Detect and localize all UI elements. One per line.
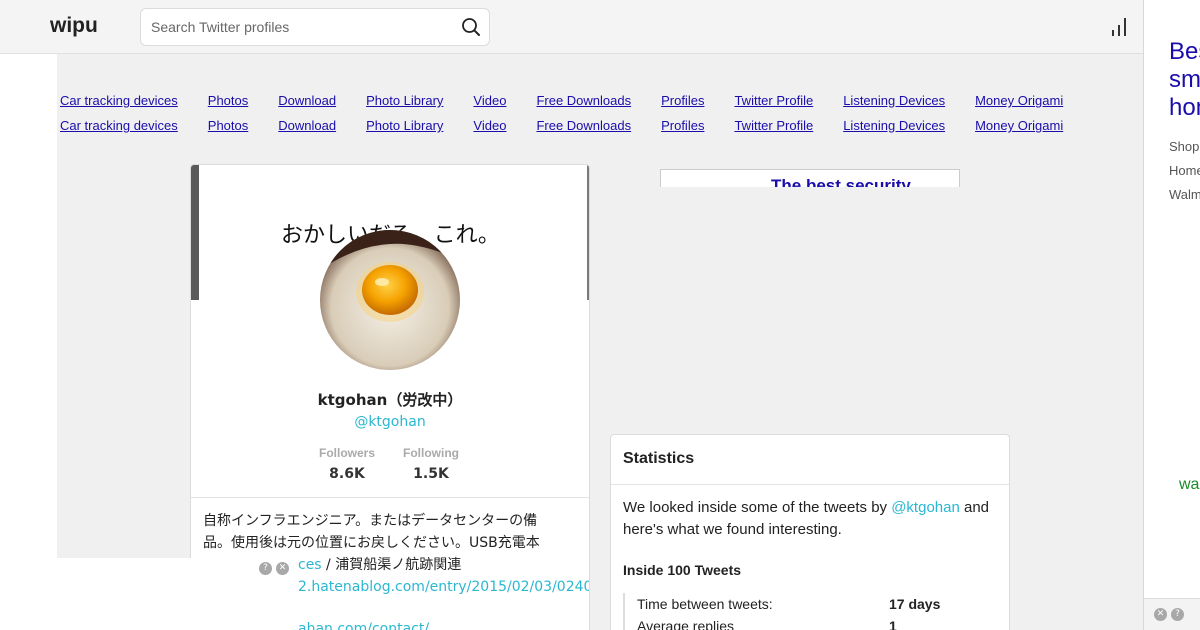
statistics-title: Statistics xyxy=(623,450,695,467)
sponsored-links: Car tracking devices Photos Download Pho… xyxy=(60,88,1140,138)
search-input[interactable] xyxy=(141,9,451,45)
avatar-image xyxy=(320,230,460,370)
link-item[interactable]: Photos xyxy=(208,118,248,133)
search-icon xyxy=(462,18,480,36)
avatar[interactable] xyxy=(320,230,460,370)
statistics-table: Time between tweets: 17 days Average rep… xyxy=(623,593,1003,630)
bio-link[interactable]: ces xyxy=(298,557,322,573)
link-item[interactable]: Video xyxy=(473,118,506,133)
link-item[interactable]: Photo Library xyxy=(366,93,443,108)
link-item[interactable]: Photo Library xyxy=(366,118,443,133)
intro-handle-link[interactable]: @ktgohan xyxy=(891,499,960,516)
left-margin xyxy=(0,0,57,630)
link-item[interactable]: Download xyxy=(278,118,336,133)
link-item[interactable]: Download xyxy=(278,93,336,108)
stat-value: 17 days xyxy=(889,596,941,612)
link-item[interactable]: Listening Devices xyxy=(843,118,945,133)
link-row: Car tracking devices Photos Download Pho… xyxy=(60,88,1140,113)
following-stat: Following 1.5K xyxy=(403,446,459,482)
bio-text: / 浦賀船渠ノ航跡関連 xyxy=(321,557,462,573)
divider xyxy=(191,497,589,498)
link-item[interactable]: Listening Devices xyxy=(843,93,945,108)
search-box xyxy=(140,8,490,46)
link-item[interactable]: Profiles xyxy=(661,93,704,108)
profile-handle[interactable]: @ktgohan xyxy=(191,414,589,430)
stat-label: Average replies xyxy=(637,618,735,630)
stat-row: Average replies 1 xyxy=(625,615,1003,630)
side-ad-line: Home xyxy=(1169,163,1200,178)
side-ad-url[interactable]: wa xyxy=(1179,476,1199,494)
intro-text: We looked inside some of the tweets by xyxy=(623,499,892,516)
followers-stat: Followers 8.6K xyxy=(319,446,375,482)
followers-label: Followers xyxy=(319,446,376,460)
link-item[interactable]: Money Origami xyxy=(975,118,1063,133)
divider xyxy=(611,484,1009,485)
side-ad-controls: ✕ ? xyxy=(1144,598,1200,630)
link-row: Car tracking devices Photos Download Pho… xyxy=(60,113,1140,138)
profile-name: ktgohan（労改中） xyxy=(317,391,463,409)
close-icon[interactable]: ✕ xyxy=(276,562,289,575)
help-icon[interactable]: ? xyxy=(259,562,272,575)
followers-count: 8.6K xyxy=(329,466,365,482)
link-item[interactable]: Twitter Profile xyxy=(734,118,813,133)
link-item[interactable]: Twitter Profile xyxy=(734,93,813,108)
link-item[interactable]: Free Downloads xyxy=(536,93,631,108)
side-ad-line: Shop xyxy=(1169,139,1200,154)
stat-row: Time between tweets: 17 days xyxy=(625,593,1003,615)
following-count: 1.5K xyxy=(413,466,449,482)
link-item[interactable]: Money Origami xyxy=(975,93,1063,108)
link-item[interactable]: Free Downloads xyxy=(536,118,631,133)
statistics-intro: We looked inside some of the tweets by @… xyxy=(623,497,1003,541)
link-item[interactable]: Profiles xyxy=(661,118,704,133)
link-item[interactable]: Video xyxy=(473,93,506,108)
link-item[interactable]: Car tracking devices xyxy=(60,118,178,133)
link-item[interactable]: Photos xyxy=(208,93,248,108)
site-logo[interactable]: wipu xyxy=(50,14,98,38)
side-ad-line: Walm xyxy=(1169,187,1200,202)
bio-line: 自称インフラエンジニア。またはデータセンターの備 xyxy=(203,513,538,529)
side-ad[interactable]: Bes sm hom Shop Home Walm wa ✕ ? xyxy=(1143,0,1200,630)
following-label: Following xyxy=(403,446,459,460)
link-item[interactable]: Car tracking devices xyxy=(60,93,178,108)
bio-line: 品。使用後は元の位置にお戻しください。USB充電本 xyxy=(203,535,540,551)
ad-banner-text[interactable]: The best security xyxy=(771,176,911,187)
bar-chart-icon[interactable] xyxy=(1110,16,1128,38)
help-icon[interactable]: ? xyxy=(1171,608,1184,621)
top-header: wipu xyxy=(0,0,1143,54)
side-ad-title[interactable]: Bes sm hom xyxy=(1169,38,1200,122)
close-icon[interactable]: ✕ xyxy=(1154,608,1167,621)
stat-value: 1 xyxy=(889,618,897,630)
follow-stats: Followers 8.6K Following 1.5K xyxy=(319,446,459,482)
statistics-card: Statistics We looked inside some of the … xyxy=(610,434,1010,630)
stat-label: Time between tweets: xyxy=(637,596,773,612)
statistics-subtitle: Inside 100 Tweets xyxy=(623,562,742,578)
ad-banner[interactable]: The best security xyxy=(660,169,960,187)
search-button[interactable] xyxy=(461,17,481,37)
